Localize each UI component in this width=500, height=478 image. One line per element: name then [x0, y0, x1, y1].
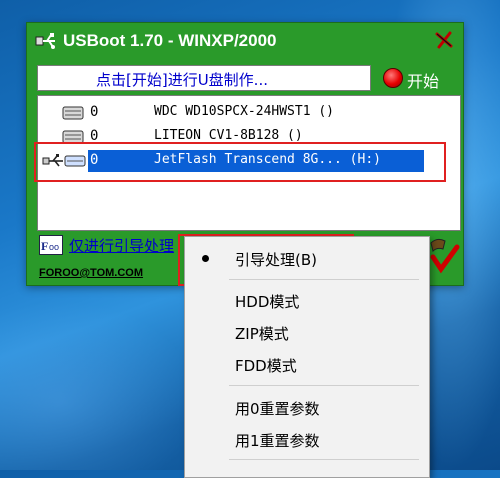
context-menu: 引导处理(B) HDD模式 ZIP模式 FDD模式 用0重置参数 用1重置参数 [184, 236, 430, 478]
start-label: 开始 [407, 72, 440, 91]
menu-separator [229, 385, 419, 386]
menu-item-fdd-mode[interactable]: FDD模式 [185, 349, 429, 379]
menu-separator [229, 459, 419, 460]
menu-separator [229, 279, 419, 280]
foroo-logo-icon: Foo [39, 235, 63, 255]
menu-item-reset-0[interactable]: 用0重置参数 [185, 392, 429, 422]
checked-bullet-icon [202, 255, 209, 262]
selected-drive-highlight [34, 142, 446, 182]
title-bar[interactable]: USBoot 1.70 - WINXP/2000 [27, 23, 463, 59]
svg-text:F: F [41, 239, 48, 253]
menu-item-label: 引导处理(B) [235, 251, 317, 269]
status-field: 点击[开始]进行U盘制作... [37, 65, 371, 91]
close-icon[interactable] [433, 29, 455, 51]
menu-item-reset-1[interactable]: 用1重置参数 [185, 424, 429, 454]
menu-item-hdd-mode[interactable]: HDD模式 [185, 285, 429, 315]
hard-disk-icon [62, 106, 84, 120]
drive-name: LITEON CV1-8B128 () [154, 128, 303, 143]
menu-item-label: HDD模式 [235, 293, 300, 311]
menu-item-boot-process[interactable]: 引导处理(B) [185, 243, 429, 273]
drive-row[interactable]: 0 WDC WD10SPCX-24HWST1 () [38, 102, 460, 124]
desktop-glow-lower [0, 300, 200, 470]
record-icon [383, 68, 403, 88]
usb-icon [35, 33, 55, 49]
menu-item-zip-mode[interactable]: ZIP模式 [185, 317, 429, 347]
window-title: USBoot 1.70 - WINXP/2000 [63, 31, 277, 50]
checkmark-icon [430, 238, 460, 274]
status-text: 点击[开始]进行U盘制作... [96, 71, 268, 89]
menu-item-label: FDD模式 [235, 357, 297, 375]
menu-item-label: 用1重置参数 [235, 432, 320, 450]
menu-item-label: 用0重置参数 [235, 400, 320, 418]
drive-name: WDC WD10SPCX-24HWST1 () [154, 104, 335, 119]
svg-text:oo: oo [49, 242, 59, 252]
boot-only-link[interactable]: 仅进行引导处理 [69, 235, 174, 256]
start-button[interactable]: 开始 [377, 65, 457, 91]
menu-item-label: ZIP模式 [235, 325, 289, 343]
drive-number: 0 [90, 104, 99, 120]
author-email[interactable]: FOROO@TOM.COM [39, 267, 143, 279]
